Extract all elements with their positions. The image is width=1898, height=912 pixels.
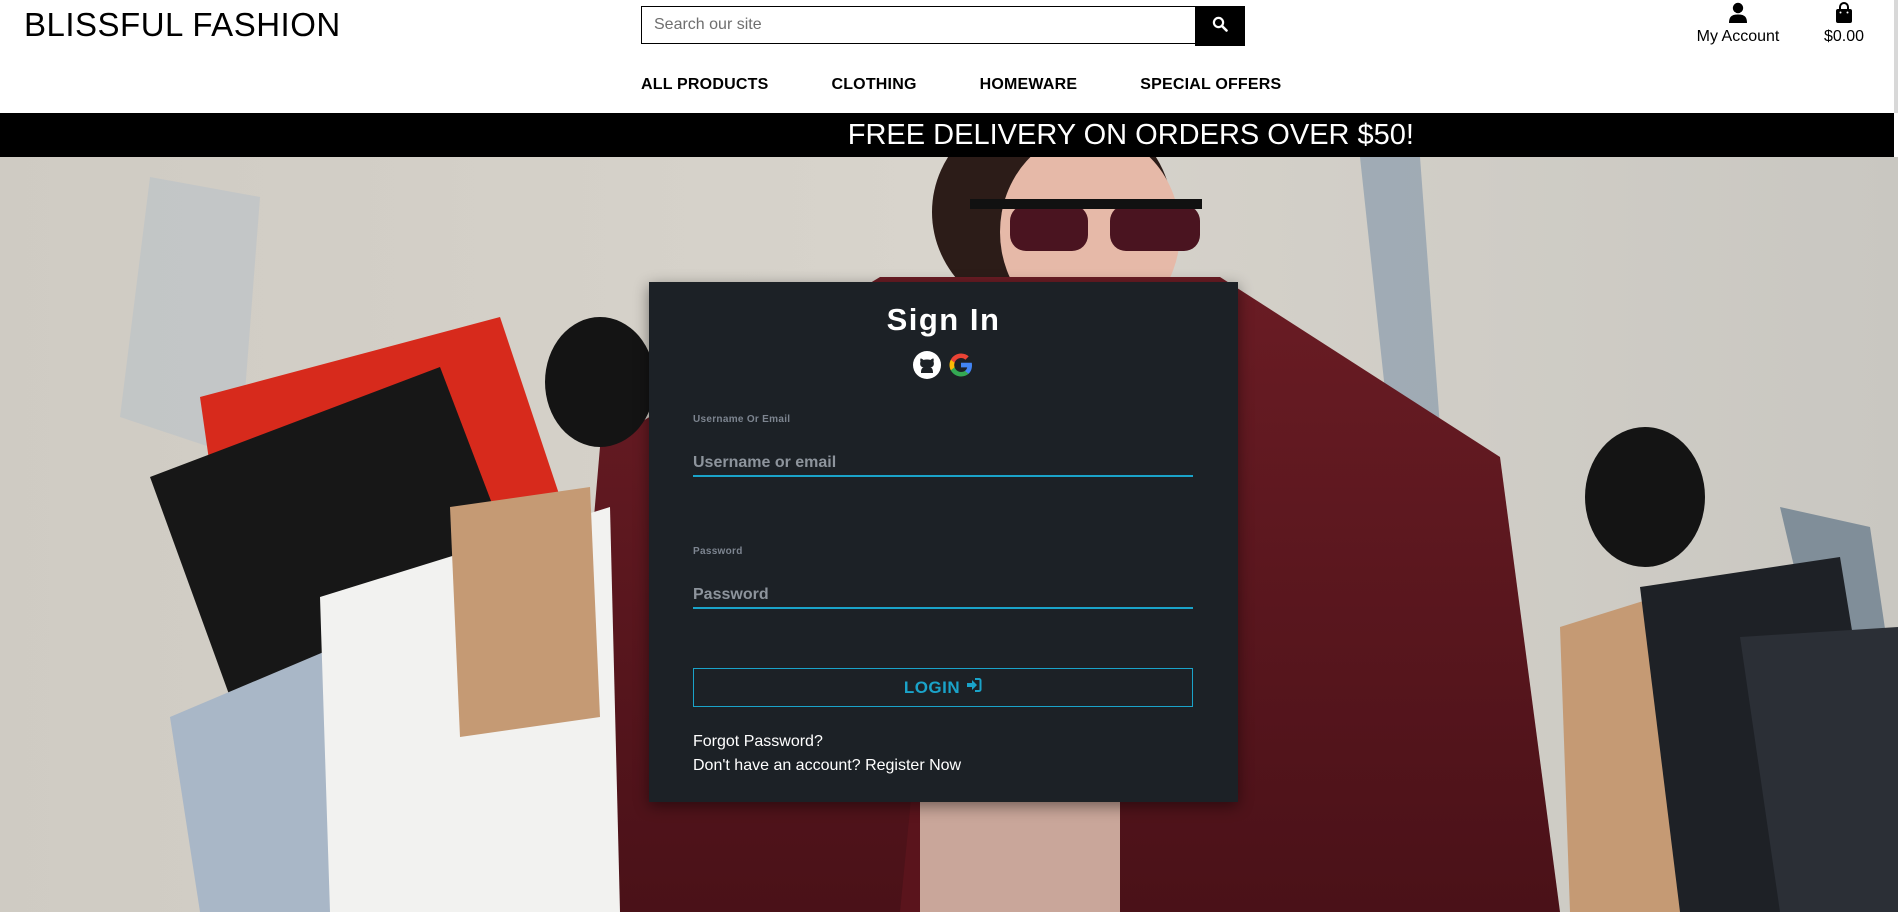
search-bar (641, 6, 1245, 46)
github-icon[interactable] (912, 350, 942, 380)
search-icon (1212, 16, 1228, 37)
bag-total: $0.00 (1823, 28, 1865, 45)
brand-logo[interactable]: BLISSFUL FASHION (24, 6, 341, 44)
scrollbar[interactable] (1894, 0, 1898, 113)
nav-special-offers[interactable]: SPECIAL OFFERS (1140, 76, 1281, 94)
password-input[interactable] (693, 583, 1193, 609)
signin-card: Sign In Username Or Email Password LOGIN… (649, 282, 1238, 802)
site-header: BLISSFUL FASHION My Account $0.00 ALL PR… (0, 0, 1898, 113)
delivery-banner-text: FREE DELIVERY ON ORDERS OVER $50! (847, 118, 1414, 151)
sign-in-icon (960, 677, 982, 698)
delivery-banner: FREE DELIVERY ON ORDERS OVER $50! (0, 113, 1894, 157)
signin-title: Sign In (886, 302, 1001, 337)
nav-all-products[interactable]: ALL PRODUCTS (641, 76, 768, 94)
register-link[interactable]: Don't have an account? Register Now (693, 757, 961, 775)
login-button[interactable]: LOGIN (693, 668, 1193, 707)
username-input[interactable] (693, 451, 1193, 477)
shopping-bag-icon (1816, 2, 1872, 24)
search-input[interactable] (641, 6, 1196, 44)
hero-background: Sign In Username Or Email Password LOGIN… (0, 157, 1898, 912)
password-label: Password (693, 546, 743, 557)
google-icon[interactable] (946, 350, 976, 380)
login-label: LOGIN (903, 677, 961, 697)
nav-homeware[interactable]: HOMEWARE (980, 76, 1078, 94)
social-login (912, 350, 976, 380)
my-account-link[interactable]: My Account (1692, 2, 1784, 46)
nav-clothing[interactable]: CLOTHING (831, 76, 916, 94)
shopping-bag-link[interactable]: $0.00 (1816, 2, 1872, 46)
user-icon (1692, 2, 1784, 24)
username-label: Username Or Email (693, 414, 791, 425)
search-button[interactable] (1195, 6, 1245, 46)
my-account-label: My Account (1696, 28, 1780, 45)
forgot-password-link[interactable]: Forgot Password? (693, 733, 823, 751)
main-nav: ALL PRODUCTS CLOTHING HOMEWARE SPECIAL O… (641, 76, 1344, 94)
